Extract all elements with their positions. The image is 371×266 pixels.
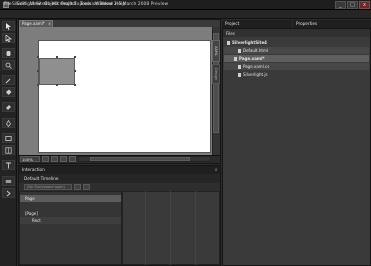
- paint-bucket-icon: [6, 89, 12, 95]
- pen-icon: [6, 120, 11, 127]
- direct-arrow-icon: [5, 35, 12, 42]
- paint-bucket-tool[interactable]: [2, 87, 15, 97]
- project-toolbar: [223, 29, 370, 37]
- menu-view[interactable]: View: [30, 2, 41, 7]
- magnifier-icon: [5, 62, 12, 69]
- horizontal-scroll-thumb[interactable]: [90, 157, 190, 161]
- file-label: Default.html: [243, 48, 268, 53]
- eyedropper-icon: [5, 78, 11, 84]
- menu-window[interactable]: Window: [95, 2, 113, 7]
- file-row[interactable]: SilverlightSite4: [224, 39, 369, 46]
- resize-handle[interactable]: [74, 70, 76, 72]
- eraser-tool[interactable]: [2, 102, 15, 112]
- controls-tool[interactable]: [2, 176, 15, 186]
- file-row[interactable]: Silverlight.js: [224, 71, 369, 78]
- file-icon: [234, 56, 237, 61]
- storyboard-field[interactable]: (No Storyboard open): [24, 184, 72, 190]
- zoom-tool[interactable]: [2, 60, 15, 70]
- render-toggle-button[interactable]: [69, 156, 76, 162]
- direct-selection-tool[interactable]: [2, 33, 15, 43]
- grid-toggle-button[interactable]: [60, 156, 67, 162]
- zoom-dropdown-button[interactable]: [42, 156, 49, 162]
- asset-library-tool[interactable]: [2, 188, 15, 198]
- grid-icon: [5, 147, 12, 154]
- eraser-icon: [6, 105, 11, 110]
- interaction-header: Interaction: [19, 166, 220, 174]
- new-storyboard-button[interactable]: [74, 184, 81, 190]
- file-row[interactable]: Page.xaml.cs: [224, 63, 369, 70]
- file-label: SilverlightSite4: [232, 40, 267, 45]
- tab-design[interactable]: Design: [212, 64, 220, 84]
- menu-edit[interactable]: Edit: [17, 2, 26, 7]
- hand-icon: [6, 51, 11, 56]
- eyedropper-tool[interactable]: [2, 75, 15, 85]
- menu-tools[interactable]: Tools: [80, 2, 91, 7]
- grid-tool[interactable]: [2, 145, 15, 155]
- artboard[interactable]: [38, 40, 211, 153]
- timeline-gridline: [170, 191, 171, 265]
- menu-bar: [0, 10, 371, 19]
- text-icon: [6, 162, 11, 169]
- menu-object[interactable]: Object: [44, 2, 59, 7]
- maximize-button[interactable]: □: [347, 1, 358, 9]
- file-icon: [238, 48, 241, 53]
- file-label: Page.xaml.cs: [243, 64, 270, 69]
- timeline-gridline: [195, 191, 196, 265]
- menu-project[interactable]: Project: [61, 2, 76, 7]
- timeline-gridline: [145, 191, 146, 265]
- zoom-field[interactable]: 100%: [20, 156, 40, 162]
- tree-row-label: Page: [25, 196, 35, 201]
- rectangle-icon: [5, 136, 12, 141]
- tree-row[interactable]: [Page]: [20, 210, 121, 217]
- tree-row-label: Rect: [32, 218, 41, 223]
- timeline-area[interactable]: [122, 191, 220, 265]
- tab-project[interactable]: Project: [222, 20, 292, 28]
- menu-help[interactable]: Help: [115, 2, 125, 7]
- resize-handle[interactable]: [37, 84, 39, 86]
- arrow-icon: [6, 23, 11, 30]
- objects-tree: [19, 191, 122, 265]
- timeline-selector[interactable]: Default Timeline: [24, 176, 58, 181]
- resize-handle[interactable]: [74, 84, 76, 86]
- snap-toggle-button[interactable]: [51, 156, 58, 162]
- solution-icon: [227, 40, 230, 45]
- tab-close-icon[interactable]: x: [47, 21, 52, 26]
- tab-properties[interactable]: Properties: [293, 20, 371, 28]
- pan-tool[interactable]: [2, 48, 15, 58]
- file-row[interactable]: Page.xaml*: [224, 55, 369, 62]
- close-button[interactable]: x: [359, 1, 370, 9]
- pen-tool[interactable]: [2, 118, 15, 128]
- file-label: Silverlight.js: [243, 72, 268, 77]
- resize-handle[interactable]: [56, 56, 58, 58]
- text-tool[interactable]: [2, 160, 15, 170]
- button-control-icon: [5, 180, 12, 183]
- tree-row-label: [Page]: [25, 211, 38, 216]
- tab-xaml[interactable]: XAML: [212, 40, 220, 62]
- resize-handle[interactable]: [37, 70, 39, 72]
- resize-handle[interactable]: [37, 56, 39, 58]
- file-icon: [238, 64, 241, 69]
- file-icon: [238, 72, 241, 77]
- file-row[interactable]: Default.html: [224, 47, 369, 54]
- panel-close-icon[interactable]: x: [213, 167, 219, 173]
- tree-row[interactable]: Page: [20, 195, 121, 202]
- rectangle-tool[interactable]: [2, 133, 15, 143]
- selection-tool[interactable]: [2, 21, 15, 31]
- file-label: Page.xaml*: [239, 56, 265, 61]
- chevron-right-icon: [6, 190, 11, 197]
- menu-file[interactable]: File: [4, 2, 12, 7]
- tree-row[interactable]: Rect: [20, 217, 121, 224]
- resize-handle[interactable]: [56, 84, 58, 86]
- close-storyboard-button[interactable]: [83, 184, 90, 190]
- resize-handle[interactable]: [74, 56, 76, 58]
- files-label: Files: [226, 31, 235, 36]
- minimize-button[interactable]: _: [335, 1, 346, 9]
- rectangle-shape[interactable]: [39, 58, 75, 85]
